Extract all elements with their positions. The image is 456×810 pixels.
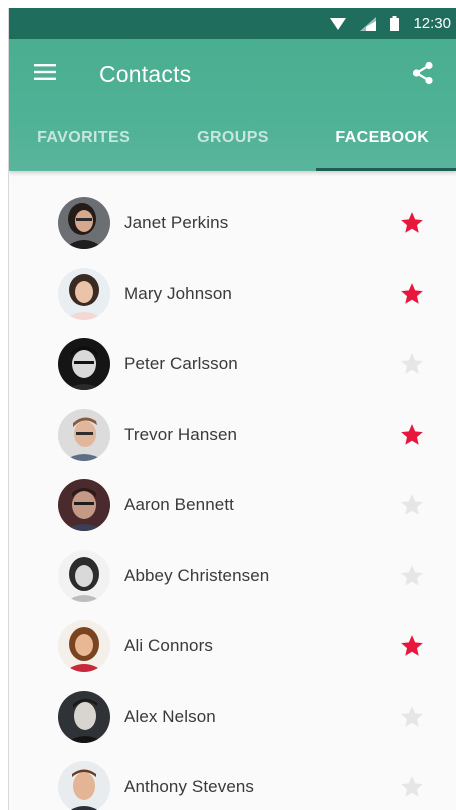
menu-button[interactable] <box>15 46 75 102</box>
avatar <box>58 197 110 250</box>
star-icon[interactable] <box>397 490 427 520</box>
wifi-icon <box>330 17 347 31</box>
tab-favorites[interactable]: FAVORITES <box>9 109 158 171</box>
contact-list: Janet Perkins Mary Johnson Peter Carlsso… <box>9 171 456 810</box>
page-title: Contacts <box>99 60 192 87</box>
toolbar: Contacts <box>9 39 456 109</box>
contact-row[interactable]: Ali Connors <box>9 611 456 682</box>
avatar <box>58 690 110 743</box>
avatar <box>58 620 110 673</box>
avatar <box>58 549 110 602</box>
status-bar: 12:30 <box>9 8 456 39</box>
contact-row[interactable]: Anthony Stevens <box>9 752 456 810</box>
contact-row[interactable]: Mary Johnson <box>9 259 456 330</box>
contact-row[interactable]: Aaron Bennett <box>9 470 456 541</box>
hamburger-menu-icon <box>34 63 56 85</box>
share-button[interactable] <box>401 53 445 97</box>
battery-icon <box>390 16 400 31</box>
tab-facebook[interactable]: FACEBOOK <box>308 109 456 171</box>
star-icon[interactable] <box>397 631 427 661</box>
contact-row[interactable]: Trevor Hansen <box>9 400 456 471</box>
star-icon[interactable] <box>397 349 427 379</box>
star-icon[interactable] <box>397 772 427 802</box>
tab-bar: FAVORITES GROUPS FACEBOOK <box>9 109 456 171</box>
status-time: 12:30 <box>413 15 451 32</box>
avatar <box>58 267 110 320</box>
star-icon[interactable] <box>397 702 427 732</box>
contact-row[interactable]: Alex Nelson <box>9 682 456 753</box>
signal-icon <box>360 16 377 31</box>
star-icon[interactable] <box>397 208 427 238</box>
star-icon[interactable] <box>397 561 427 591</box>
avatar <box>58 408 110 461</box>
contact-row[interactable]: Abbey Christensen <box>9 541 456 612</box>
app-bar: Contacts FAVORITES GROUPS FACEBOOK <box>9 39 456 171</box>
app-screen: 12:30 Contacts FAVORITES GROUPS FACEBOOK… <box>8 8 456 810</box>
avatar <box>58 338 110 391</box>
contact-row[interactable]: Janet Perkins <box>9 188 456 259</box>
star-icon[interactable] <box>397 420 427 450</box>
star-icon[interactable] <box>397 279 427 309</box>
avatar <box>58 479 110 532</box>
tab-groups[interactable]: GROUPS <box>158 109 307 171</box>
avatar <box>58 761 110 810</box>
share-icon <box>412 61 434 90</box>
contact-row[interactable]: Peter Carlsson <box>9 329 456 400</box>
